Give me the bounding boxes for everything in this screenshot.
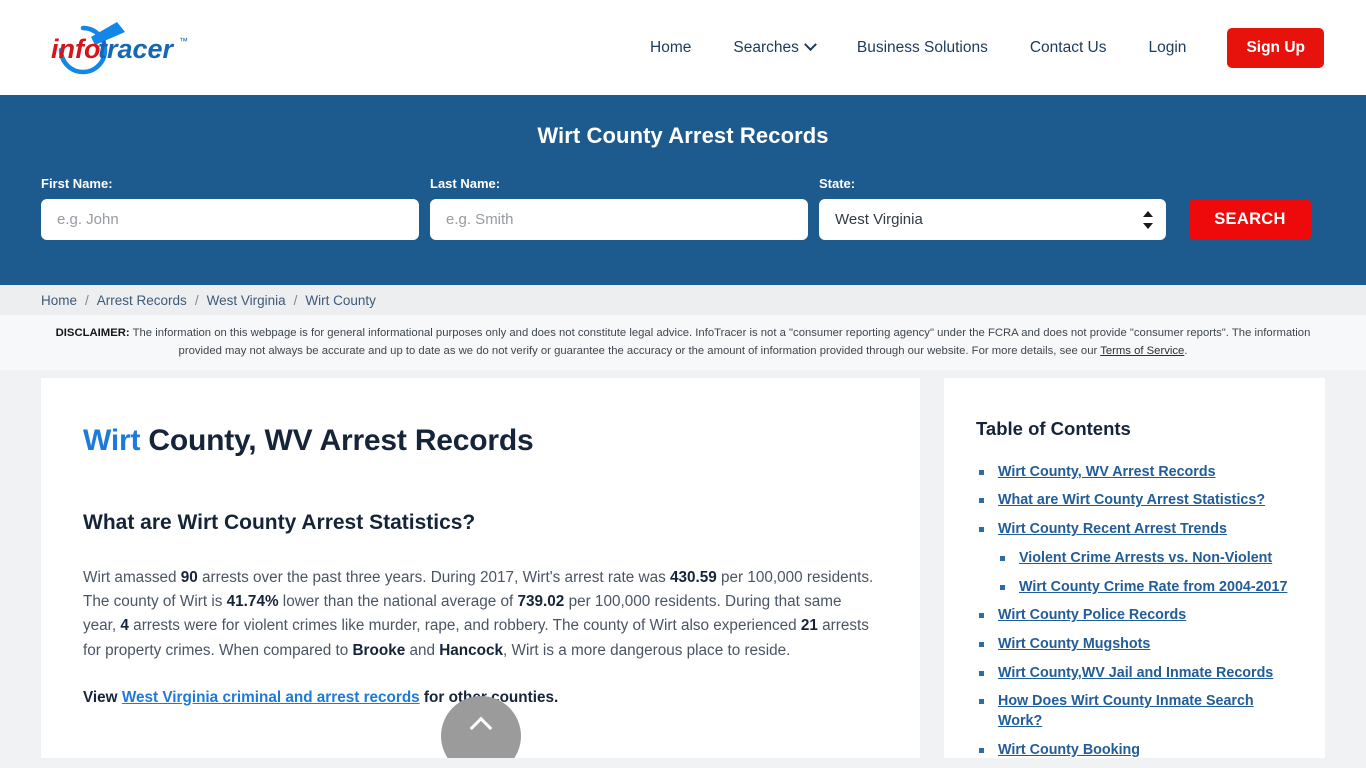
toc-list: Wirt County, WV Arrest Records What are … — [976, 463, 1295, 758]
para-seg-9: , Wirt is a more dangerous place to resi… — [503, 641, 791, 659]
state-label: State: — [819, 176, 856, 191]
stat-violent-arrests: 4 — [120, 617, 129, 635]
table-of-contents-card: Table of Contents Wirt County, WV Arrest… — [944, 377, 1325, 758]
article-title-rest: County, WV Arrest Records — [140, 423, 534, 457]
first-name-field-group: First Name: — [41, 176, 419, 240]
search-banner: Wirt County Arrest Records First Name: L… — [0, 95, 1366, 285]
toc-link[interactable]: Wirt County Mugshots — [998, 636, 1150, 652]
statistics-paragraph: Wirt amassed 90 arrests over the past th… — [83, 566, 878, 663]
last-name-input[interactable] — [430, 199, 808, 240]
search-form: First Name: Last Name: State: West Virgi… — [41, 176, 1325, 240]
toc-link[interactable]: How Does Wirt County Inmate Search Work? — [998, 693, 1254, 729]
breadcrumb-item-wirt-county: Wirt County — [305, 292, 376, 308]
sign-up-button[interactable]: Sign Up — [1227, 27, 1324, 68]
toc-subitem[interactable]: Violent Crime Arrests vs. Non-Violent — [998, 549, 1295, 569]
site-header: info tracer ™ Home Searches Business Sol… — [0, 0, 1366, 95]
stat-percent-lower: 41.74% — [226, 593, 279, 610]
toc-item[interactable]: Wirt County Booking — [976, 741, 1295, 758]
breadcrumb-item-home[interactable]: Home — [41, 293, 77, 308]
infotracer-logo[interactable]: info tracer ™ — [43, 20, 208, 76]
view-prefix: View — [83, 688, 122, 706]
toc-item[interactable]: Wirt County Recent Arrest Trends Violent… — [976, 520, 1295, 597]
page-body: Wirt County, WV Arrest Records What are … — [0, 369, 1366, 758]
nav-item-login[interactable]: Login — [1128, 39, 1208, 57]
para-seg-6: arrests were for violent crimes like mur… — [128, 617, 801, 635]
nav-label-business-solutions: Business Solutions — [856, 38, 988, 56]
nav-label-searches: Searches — [733, 38, 799, 56]
state-select-wrapper: West Virginia — [819, 199, 1166, 240]
disclaimer-banner: DISCLAIMER: The information on this webp… — [0, 315, 1366, 370]
toc-item[interactable]: Wirt County Mugshots — [976, 635, 1295, 655]
stat-property-arrests: 21 — [800, 617, 818, 635]
nav-item-business-solutions[interactable]: Business Solutions — [836, 39, 1009, 57]
toc-item[interactable]: Wirt County, WV Arrest Records — [976, 463, 1295, 483]
toc-link[interactable]: Wirt County Police Records — [998, 607, 1186, 623]
breadcrumb-separator: / — [85, 292, 89, 308]
para-seg-4: lower than the national average of — [278, 593, 518, 610]
breadcrumb-item-west-virginia[interactable]: West Virginia — [207, 293, 286, 308]
nav-label-home: Home — [650, 38, 692, 56]
compare-county-hancock: Hancock — [439, 641, 503, 659]
stat-total-arrests: 90 — [180, 568, 198, 586]
breadcrumb-item-arrest-records[interactable]: Arrest Records — [97, 293, 187, 308]
breadcrumb-separator: / — [194, 292, 199, 308]
stat-arrest-rate: 430.59 — [669, 568, 717, 586]
disclaimer-period: . — [1184, 344, 1188, 357]
toc-sublink[interactable]: Wirt County Crime Rate from 2004-2017 — [1019, 579, 1287, 595]
article-subheading: What are Wirt County Arrest Statistics? — [83, 510, 476, 534]
svg-text:tracer: tracer — [98, 34, 175, 64]
main-content-card: Wirt County, WV Arrest Records What are … — [41, 377, 920, 758]
disclaimer-label: DISCLAIMER: — [55, 327, 130, 339]
nav-item-home[interactable]: Home — [629, 39, 712, 57]
svg-text:info: info — [51, 34, 100, 64]
chevron-down-icon — [803, 38, 817, 52]
compare-county-brooke: Brooke — [352, 641, 406, 659]
toc-item[interactable]: What are Wirt County Arrest Statistics? — [976, 491, 1295, 511]
toc-sublink[interactable]: Violent Crime Arrests vs. Non-Violent — [1019, 550, 1272, 566]
nav-label-contact-us: Contact Us — [1029, 38, 1107, 56]
state-select[interactable]: West Virginia — [819, 199, 1166, 240]
breadcrumb: Home / Arrest Records / West Virginia / … — [0, 285, 1366, 315]
toc-link[interactable]: Wirt County,WV Jail and Inmate Records — [998, 665, 1273, 681]
logo-icon: info tracer ™ — [51, 21, 188, 74]
svg-text:™: ™ — [179, 36, 188, 46]
last-name-field-group: Last Name: — [430, 176, 808, 240]
first-name-label: First Name: — [41, 176, 113, 191]
west-virginia-records-link[interactable]: West Virginia criminal and arrest record… — [122, 689, 420, 706]
toc-link[interactable]: What are Wirt County Arrest Statistics? — [998, 492, 1265, 508]
toc-link[interactable]: Wirt County, WV Arrest Records — [998, 464, 1216, 480]
nav-item-searches[interactable]: Searches — [712, 38, 835, 57]
terms-of-service-link[interactable]: Terms of Service — [1100, 345, 1184, 357]
search-button[interactable]: SEARCH — [1189, 199, 1311, 240]
page-title: Wirt County Arrest Records — [537, 123, 829, 148]
toc-title: Table of Contents — [976, 417, 1131, 439]
stat-national-average: 739.02 — [517, 593, 565, 610]
para-seg-2: arrests over the past three years. Durin… — [197, 568, 670, 586]
state-field-group: State: West Virginia — [819, 176, 1166, 240]
breadcrumb-separator: / — [293, 292, 298, 308]
article-title: Wirt County, WV Arrest Records — [83, 424, 878, 458]
nav-item-contact-us[interactable]: Contact Us — [1009, 39, 1128, 57]
article-title-highlight: Wirt — [83, 423, 141, 457]
nav-label-login: Login — [1148, 38, 1187, 56]
para-seg-8: and — [405, 641, 440, 659]
first-name-input[interactable] — [41, 199, 419, 240]
toc-link[interactable]: Wirt County Booking — [998, 742, 1140, 758]
para-seg-1: Wirt amassed — [83, 568, 181, 586]
toc-item[interactable]: Wirt County,WV Jail and Inmate Records — [976, 664, 1295, 684]
main-navigation: Home Searches Business Solutions Contact… — [629, 27, 1325, 68]
toc-sublist: Violent Crime Arrests vs. Non-Violent Wi… — [998, 549, 1295, 597]
chevron-up-icon — [469, 716, 492, 740]
toc-subitem[interactable]: Wirt County Crime Rate from 2004-2017 — [998, 578, 1295, 598]
last-name-label: Last Name: — [430, 176, 501, 191]
toc-link[interactable]: Wirt County Recent Arrest Trends — [998, 521, 1227, 537]
toc-item[interactable]: Wirt County Police Records — [976, 606, 1295, 626]
toc-item[interactable]: How Does Wirt County Inmate Search Work? — [976, 692, 1295, 731]
